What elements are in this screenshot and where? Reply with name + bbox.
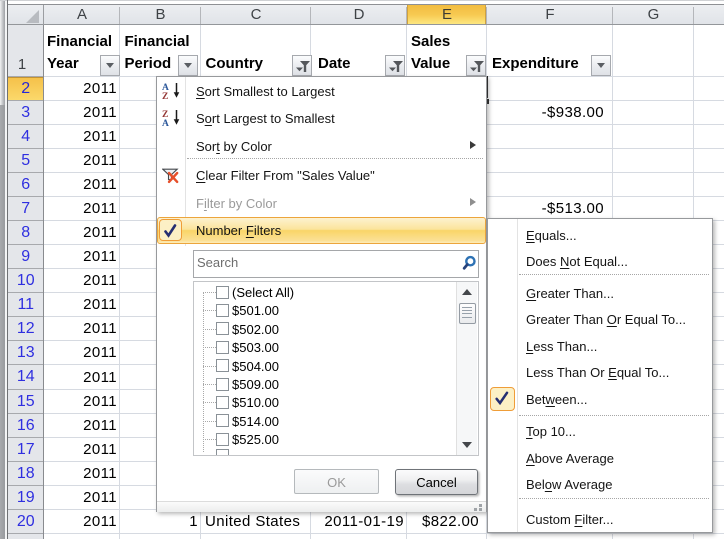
svg-text:A: A [162,119,169,127]
svg-text:Z: Z [162,92,168,100]
